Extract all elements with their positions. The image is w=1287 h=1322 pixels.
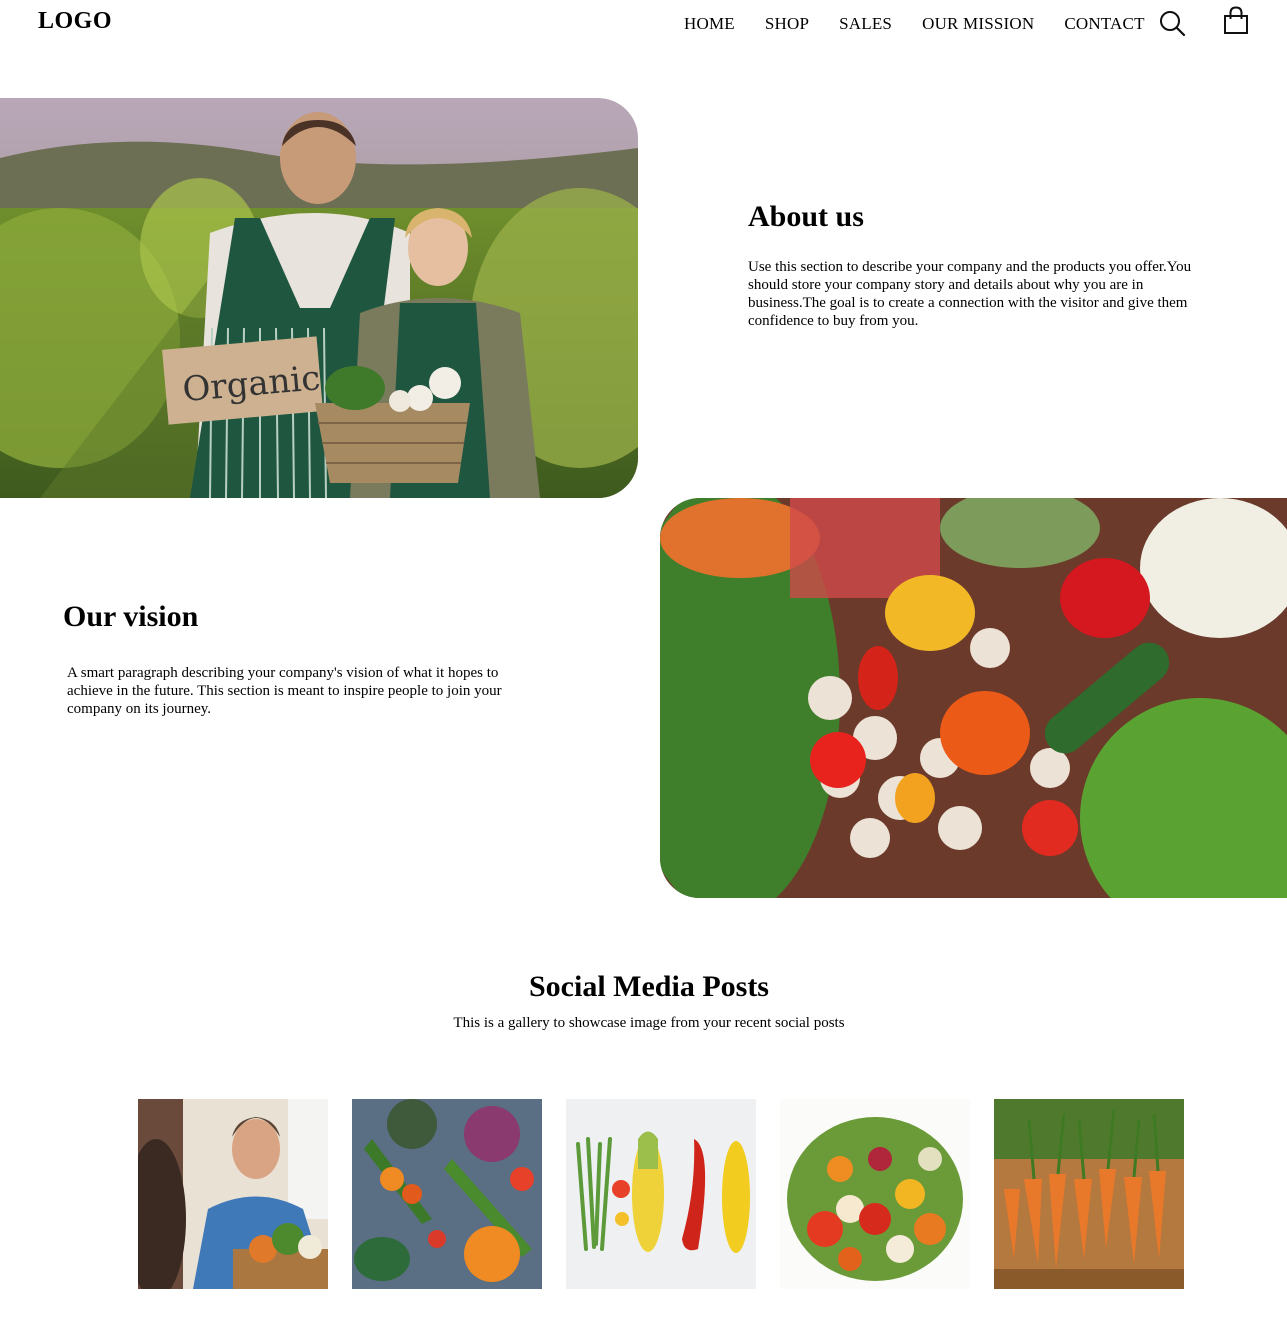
vegetables-photo xyxy=(660,498,1287,898)
nav-home[interactable]: HOME xyxy=(684,14,735,34)
about-title: About us xyxy=(748,200,864,233)
nav-our-mission[interactable]: OUR MISSION xyxy=(922,14,1034,34)
social-subtitle: This is a gallery to showcase image from… xyxy=(453,1015,845,1031)
farmers-photo: Organic xyxy=(0,98,638,498)
gallery-image-3[interactable] xyxy=(566,1099,756,1289)
gallery-image-5[interactable] xyxy=(994,1099,1184,1289)
vision-title: Our vision xyxy=(63,600,199,633)
gallery-image-4[interactable] xyxy=(780,1099,970,1289)
vision-text: A smart paragraph describing your compan… xyxy=(67,665,502,717)
logo[interactable]: LOGO xyxy=(38,8,112,35)
shopping-bag-icon[interactable] xyxy=(1222,6,1250,36)
nav-shop[interactable]: SHOP xyxy=(765,14,809,34)
nav-sales[interactable]: SALES xyxy=(839,14,892,34)
gallery-image-2[interactable] xyxy=(352,1099,542,1289)
social-gallery xyxy=(138,1099,1208,1289)
about-text: Use this section to describe your compan… xyxy=(748,259,1192,329)
search-icon[interactable] xyxy=(1158,9,1186,37)
social-title: Social Media Posts xyxy=(529,970,769,1003)
main-nav: HOME SHOP SALES OUR MISSION CONTACT xyxy=(684,14,1175,34)
nav-contact[interactable]: CONTACT xyxy=(1064,14,1144,34)
gallery-image-1[interactable] xyxy=(138,1099,328,1289)
